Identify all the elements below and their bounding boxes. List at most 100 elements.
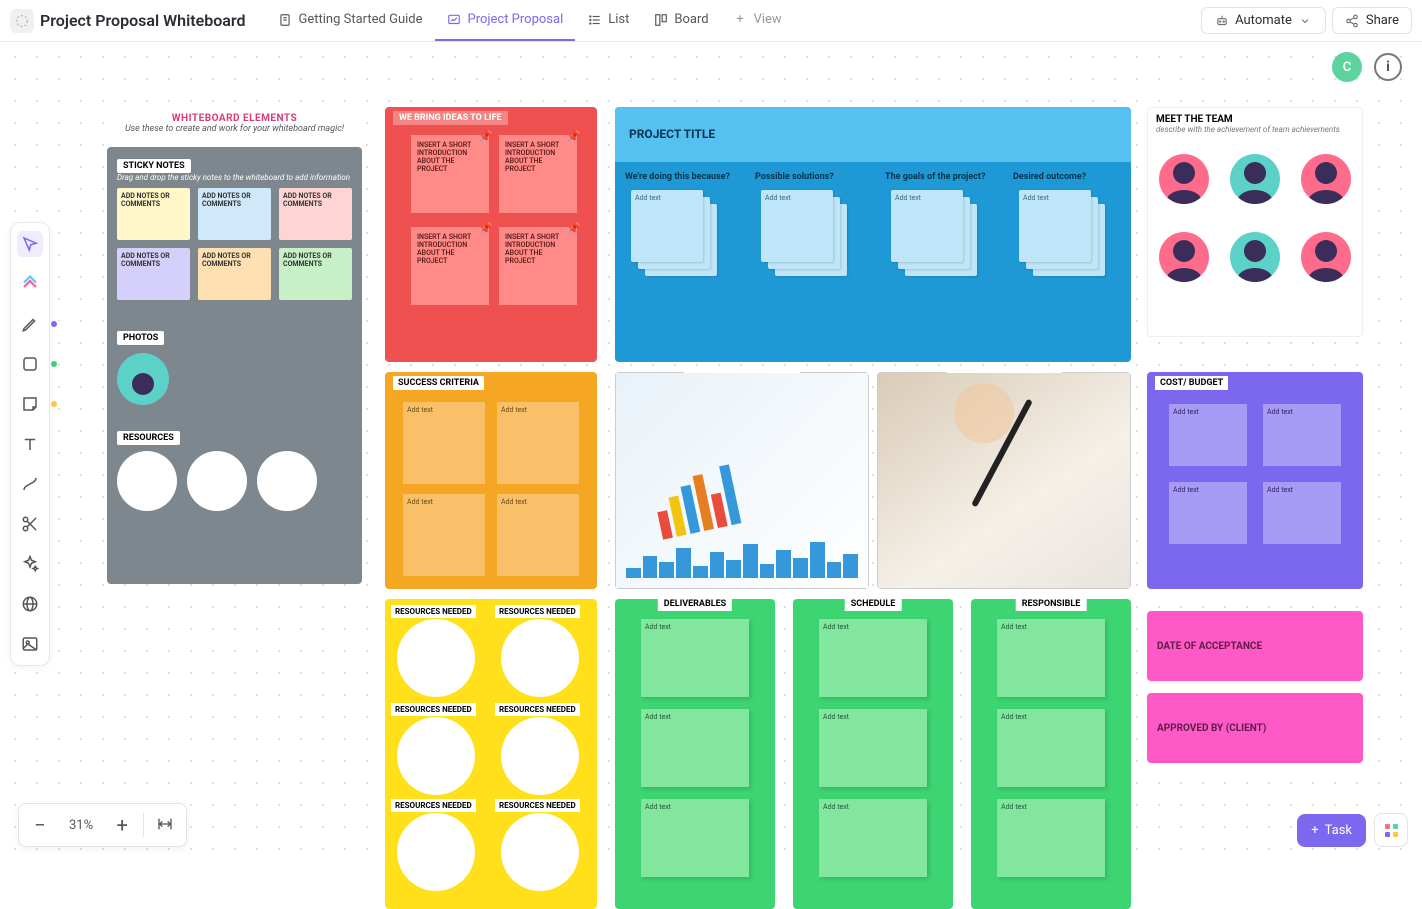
team-avatar[interactable]	[1159, 154, 1209, 204]
whiteboard-canvas[interactable]: C i WHITEBOARD ELEMENTS Use these to cre…	[0, 42, 1422, 869]
success-note[interactable]: Add text	[497, 402, 579, 484]
page-title[interactable]: Project Proposal Whiteboard	[40, 11, 246, 30]
team-avatar[interactable]	[1230, 154, 1280, 204]
shape-tool[interactable]	[17, 351, 43, 377]
note-stack[interactable]: Add text	[1019, 190, 1109, 280]
tab-getting-started[interactable]: Getting Started Guide	[266, 0, 435, 41]
resource-circle[interactable]	[257, 451, 317, 511]
idea-note[interactable]: INSERT A SHORT INTRODUCTION ABOUT THE PR…	[411, 227, 489, 305]
idea-note[interactable]: INSERT A SHORT INTRODUCTION ABOUT THE PR…	[411, 135, 489, 213]
team-avatar[interactable]	[1301, 154, 1351, 204]
resources-needed-panel[interactable]: RESOURCES NEEDED RESOURCES NEEDED RESOUR…	[385, 599, 597, 909]
resource-circle[interactable]	[501, 619, 579, 697]
success-note[interactable]: Add text	[403, 402, 485, 484]
fit-width-button[interactable]	[144, 804, 186, 846]
cost-panel[interactable]: COST/ BUDGET Add text Add text Add text …	[1147, 372, 1363, 589]
left-toolbar	[10, 222, 50, 666]
note-stack[interactable]: Add text	[891, 190, 981, 280]
elements-guide-panel[interactable]: WHITEBOARD ELEMENTS Use these to create …	[107, 147, 362, 584]
cost-heading: COST/ BUDGET	[1155, 376, 1228, 390]
info-button[interactable]: i	[1374, 53, 1402, 81]
approved-panel[interactable]: APPROVED BY (CLIENT)	[1147, 693, 1363, 763]
idea-note[interactable]: INSERT A SHORT INTRODUCTION ABOUT THE PR…	[499, 135, 577, 213]
project-title-panel[interactable]: PROJECT TITLE We're doing this because? …	[615, 107, 1131, 362]
apps-button[interactable]	[1374, 813, 1408, 847]
resource-circle[interactable]	[397, 619, 475, 697]
clickup-tool[interactable]	[17, 271, 43, 297]
resource-circle[interactable]	[501, 717, 579, 795]
add-task-button[interactable]: + Task	[1297, 814, 1366, 847]
connector-tool[interactable]	[17, 471, 43, 497]
data-panel-2[interactable]: DATA/ CHARTS/ PHOTOS	[877, 372, 1131, 589]
resource-circle[interactable]	[187, 451, 247, 511]
acceptance-panel[interactable]: DATE OF ACCEPTANCE	[1147, 611, 1363, 681]
schedule-heading: SCHEDULE	[845, 597, 902, 611]
data-panel-1[interactable]: DATA/ CHARTS/ PHOTOS	[615, 372, 869, 589]
team-sub: describe with the achievement of team ac…	[1148, 125, 1362, 140]
sticky-tool[interactable]	[17, 391, 43, 417]
automate-button[interactable]: Automate	[1201, 7, 1326, 34]
user-avatar[interactable]: C	[1332, 52, 1362, 82]
cost-note[interactable]: Add text	[1169, 482, 1247, 544]
schedule-panel[interactable]: SCHEDULE Add text Add text Add text	[793, 599, 953, 909]
team-avatar[interactable]	[1230, 232, 1280, 282]
ideas-panel[interactable]: WE BRING IDEAS TO LIFE INSERT A SHORT IN…	[385, 107, 597, 362]
tab-board[interactable]: Board	[641, 0, 720, 41]
sticky-yellow[interactable]: ADD NOTES OR COMMENTS	[117, 188, 190, 240]
green-note[interactable]: Add text	[997, 799, 1105, 877]
tab-list[interactable]: List	[575, 0, 641, 41]
note-stack[interactable]: Add text	[631, 190, 721, 280]
resource-circles	[117, 451, 352, 511]
sticky-purple[interactable]: ADD NOTES OR COMMENTS	[117, 248, 190, 300]
question-1: We're doing this because?	[625, 172, 747, 182]
elements-heading: WHITEBOARD ELEMENTS Use these to create …	[107, 107, 362, 147]
success-note[interactable]: Add text	[403, 494, 485, 576]
sticky-orange[interactable]: ADD NOTES OR COMMENTS	[198, 248, 271, 300]
zoom-controls: − 31% +	[18, 803, 187, 847]
green-note[interactable]: Add text	[819, 619, 927, 697]
green-note[interactable]: Add text	[997, 619, 1105, 697]
zoom-out-button[interactable]: −	[19, 804, 61, 846]
pen-tool[interactable]	[17, 311, 43, 337]
responsible-panel[interactable]: RESPONSIBLE Add text Add text Add text	[971, 599, 1131, 909]
green-note[interactable]: Add text	[819, 709, 927, 787]
cost-note[interactable]: Add text	[1263, 482, 1341, 544]
whiteboard-app-icon[interactable]	[10, 9, 34, 33]
idea-note[interactable]: INSERT A SHORT INTRODUCTION ABOUT THE PR…	[499, 227, 577, 305]
select-tool[interactable]	[17, 231, 43, 257]
ai-tool[interactable]	[17, 551, 43, 577]
scissors-tool[interactable]	[17, 511, 43, 537]
zoom-value: 31%	[61, 818, 101, 833]
image-tool[interactable]	[17, 631, 43, 657]
resource-circle[interactable]	[397, 813, 475, 891]
cost-note[interactable]: Add text	[1169, 404, 1247, 466]
tab-add-view[interactable]: + View	[721, 0, 794, 41]
resource-circle[interactable]	[501, 813, 579, 891]
green-note[interactable]: Add text	[641, 799, 749, 877]
avatar-placeholder[interactable]	[117, 353, 169, 405]
note-stack[interactable]: Add text	[761, 190, 851, 280]
green-note[interactable]: Add text	[641, 709, 749, 787]
tab-project-proposal[interactable]: Project Proposal	[435, 0, 576, 41]
responsible-heading: RESPONSIBLE	[1016, 597, 1087, 611]
resource-circle[interactable]	[397, 717, 475, 795]
sticky-green[interactable]: ADD NOTES OR COMMENTS	[279, 248, 352, 300]
success-panel[interactable]: SUCCESS CRITERIA Add text Add text Add t…	[385, 372, 597, 589]
text-tool[interactable]	[17, 431, 43, 457]
green-note[interactable]: Add text	[819, 799, 927, 877]
green-note[interactable]: Add text	[641, 619, 749, 697]
resource-circle[interactable]	[117, 451, 177, 511]
deliverables-panel[interactable]: DELIVERABLES Add text Add text Add text	[615, 599, 775, 909]
share-button[interactable]: Share	[1332, 7, 1412, 34]
team-avatar[interactable]	[1301, 232, 1351, 282]
resource-label: RESOURCES NEEDED	[495, 799, 580, 812]
team-panel[interactable]: MEET THE TEAM describe with the achievem…	[1147, 107, 1363, 337]
team-avatar[interactable]	[1159, 232, 1209, 282]
sticky-pink[interactable]: ADD NOTES OR COMMENTS	[279, 188, 352, 240]
sticky-blue[interactable]: ADD NOTES OR COMMENTS	[198, 188, 271, 240]
cost-note[interactable]: Add text	[1263, 404, 1341, 466]
zoom-in-button[interactable]: +	[101, 804, 143, 846]
web-tool[interactable]	[17, 591, 43, 617]
success-note[interactable]: Add text	[497, 494, 579, 576]
green-note[interactable]: Add text	[997, 709, 1105, 787]
